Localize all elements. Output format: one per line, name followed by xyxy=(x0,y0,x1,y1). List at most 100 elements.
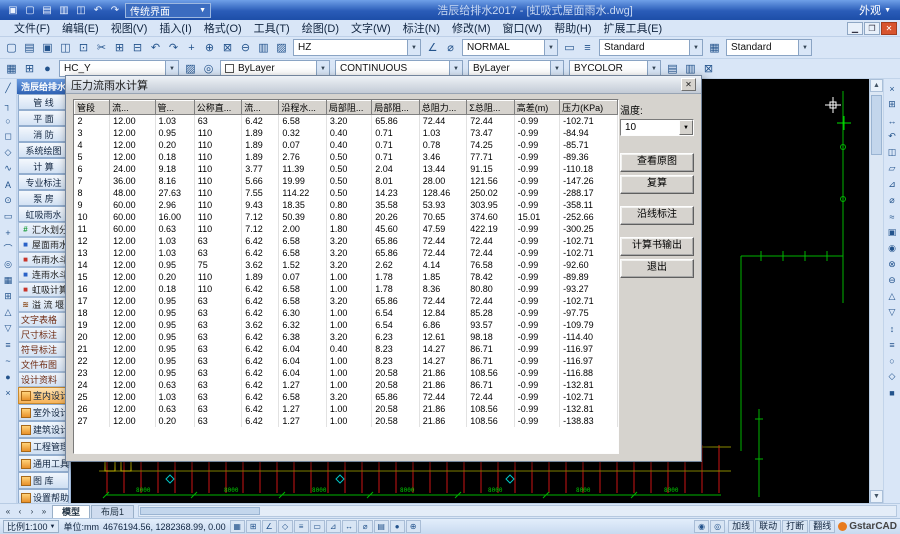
table-row[interactable]: 1812.000.95636.426.301.006.5412.8485.28-… xyxy=(75,307,618,319)
palette-item2-9[interactable]: 文件布图 xyxy=(18,357,69,372)
table-header-5[interactable]: 沿程水... xyxy=(279,101,326,115)
tablestyle-combo[interactable]: Standard ▼ xyxy=(726,39,812,56)
table-row[interactable]: 1160.000.631107.122.001.8045.6047.59422.… xyxy=(75,223,618,235)
layer-prev-icon[interactable]: ● xyxy=(39,60,56,77)
table-row[interactable]: 1912.000.95633.626.321.006.546.8693.57-0… xyxy=(75,319,618,331)
table-row[interactable]: 1512.000.201101.890.071.001.781.8578.42-… xyxy=(75,271,618,283)
palette-item2-10[interactable]: 设计资料 xyxy=(18,372,69,387)
plot-icon[interactable]: ◫ xyxy=(73,3,89,18)
grid-icon[interactable]: ⊞ xyxy=(246,520,261,533)
new-icon[interactable]: ▢ xyxy=(22,3,38,18)
properties-icon[interactable]: ▥ xyxy=(255,39,272,56)
block-icon[interactable]: ⊞ xyxy=(1,289,16,304)
table-row[interactable]: 2312.000.95636.426.041.0020.5821.86108.5… xyxy=(75,367,618,379)
table-header-10[interactable]: 高差(m) xyxy=(514,101,559,115)
bulb-off-icon[interactable]: ◎ xyxy=(710,520,725,533)
palette-nav-2[interactable]: 建筑设计 xyxy=(18,421,69,438)
table-row[interactable]: 1212.001.03636.426.583.2065.8672.4472.44… xyxy=(75,235,618,247)
annotation-icon[interactable]: ● xyxy=(390,520,405,533)
table-row[interactable]: 2412.000.63636.421.271.0020.5821.8686.71… xyxy=(75,379,618,391)
line-icon[interactable]: ╱ xyxy=(1,81,16,96)
table-header-4[interactable]: 流... xyxy=(242,101,279,115)
palette-item2-5[interactable]: ≋溢 流 堰 xyxy=(18,297,69,312)
menu-item-2[interactable]: 视图(V) xyxy=(105,20,154,36)
palette-item2-2[interactable]: ■布雨水斗 xyxy=(18,252,69,267)
textstyle-combo[interactable]: Standard ▼ xyxy=(599,39,703,56)
table-header-6[interactable]: 局部阻... xyxy=(326,101,371,115)
text-icon[interactable]: A xyxy=(1,177,16,192)
table-row[interactable]: 212.001.03636.426.583.2065.8672.4472.44-… xyxy=(75,115,618,127)
osnap-icon[interactable]: ≡ xyxy=(294,520,309,533)
vertical-scrollbar[interactable]: ▲ ▼ xyxy=(869,79,883,503)
save-icon[interactable]: ▥ xyxy=(56,3,72,18)
temperature-combo[interactable]: 10 ▼ xyxy=(620,119,694,136)
lengthen-icon[interactable]: ↕ xyxy=(885,321,900,336)
restore-button[interactable]: ❐ xyxy=(864,22,880,35)
scrollbar-thumb[interactable] xyxy=(140,507,260,515)
ellipse-icon[interactable]: ◎ xyxy=(1,257,16,272)
palette-item-6[interactable]: 泵 房 xyxy=(18,190,69,206)
table-row[interactable]: 2512.001.03636.426.583.2065.8672.4472.44… xyxy=(75,391,618,403)
trim-icon[interactable]: ⊿ xyxy=(885,177,900,192)
table-row[interactable]: 2212.000.95636.426.041.008.2314.2786.71-… xyxy=(75,355,618,367)
menu-item-0[interactable]: 文件(F) xyxy=(8,20,56,36)
palette-item2-7[interactable]: 尺寸标注 xyxy=(18,327,69,342)
menu-item-5[interactable]: 工具(T) xyxy=(248,20,296,36)
menu-item-4[interactable]: 格式(O) xyxy=(198,20,248,36)
polygon-icon[interactable]: ◇ xyxy=(1,145,16,160)
exit-button[interactable]: 退出 xyxy=(620,259,694,278)
paste-icon[interactable]: ⊟ xyxy=(129,39,146,56)
table-row[interactable]: 2112.000.95636.426.040.408.2314.2786.71-… xyxy=(75,343,618,355)
table-row[interactable]: 736.008.161105.6619.990.508.0128.00121.5… xyxy=(75,175,618,187)
palette-nav-4[interactable]: 通用工具 xyxy=(18,455,69,472)
open-icon[interactable]: ▤ xyxy=(21,39,38,56)
polar-icon[interactable]: ◇ xyxy=(278,520,293,533)
tab-nav-icon-3[interactable]: » xyxy=(38,507,50,516)
minimize-button[interactable]: ▁ xyxy=(847,22,863,35)
table-header-8[interactable]: 总阻力... xyxy=(419,101,466,115)
hatch-icon[interactable]: ▦ xyxy=(1,273,16,288)
spline-icon[interactable]: ∿ xyxy=(1,161,16,176)
multiline-icon[interactable]: ≡ xyxy=(1,337,16,352)
menu-item-12[interactable]: 扩展工具(E) xyxy=(598,20,669,36)
table-row[interactable]: 2012.000.95636.426.383.206.2312.6198.18-… xyxy=(75,331,618,343)
palette-item2-6[interactable]: 文字表格 xyxy=(18,312,69,327)
palette-item2-1[interactable]: ■屋面雨水 xyxy=(18,237,69,252)
divide-icon[interactable]: ○ xyxy=(885,353,900,368)
plot-icon[interactable]: ◫ xyxy=(57,39,74,56)
donut-icon[interactable]: ⊙ xyxy=(1,193,16,208)
dialog-title-bar[interactable]: 压力流雨水计算 ✕ xyxy=(66,76,701,94)
undo-icon[interactable]: ↶ xyxy=(90,3,106,18)
palette-item-2[interactable]: 消 防 xyxy=(18,126,69,142)
menu-item-9[interactable]: 修改(M) xyxy=(446,20,497,36)
table-header-11[interactable]: 压力(KPa) xyxy=(560,101,618,115)
dialog-close-icon[interactable]: ✕ xyxy=(681,78,696,91)
fillet-icon[interactable]: ⌀ xyxy=(885,193,900,208)
triangle-down-icon[interactable]: ▽ xyxy=(1,321,16,336)
palette-nav-5[interactable]: 图 库 xyxy=(18,472,69,489)
pedit-icon[interactable]: ■ xyxy=(885,385,900,400)
table-row[interactable]: 312.000.951101.890.320.400.711.0373.47-0… xyxy=(75,127,618,139)
calc-result-table[interactable]: 管段流...管...公称直...流...沿程水...局部阻...局部阻...总阻… xyxy=(73,99,619,454)
style-combo[interactable]: HZ ▼ xyxy=(293,39,421,56)
appearance-menu[interactable]: 外观 ▼ xyxy=(859,2,895,18)
annotate-along-line-button[interactable]: 沿线标注 xyxy=(620,206,694,225)
palette-item-7[interactable]: 虹吸雨水 xyxy=(18,206,69,222)
open-icon[interactable]: ▤ xyxy=(39,3,55,18)
status-toggle-2[interactable]: 打断 xyxy=(782,520,808,533)
preview-icon[interactable]: ⊡ xyxy=(75,39,92,56)
palette-nav-1[interactable]: 室外设计 xyxy=(18,404,69,421)
cut-icon[interactable]: ✂ xyxy=(93,39,110,56)
triangle-up-icon[interactable]: △ xyxy=(1,305,16,320)
solid-icon[interactable]: ● xyxy=(1,369,16,384)
revision-cloud-icon[interactable]: ~ xyxy=(1,353,16,368)
menu-item-8[interactable]: 标注(N) xyxy=(397,20,446,36)
table-row[interactable]: 1312.001.03636.426.583.2065.8672.4472.44… xyxy=(75,247,618,259)
tab-nav-icon-1[interactable]: ‹ xyxy=(14,507,26,516)
scale-selector[interactable]: 比例1:100 ▼ xyxy=(3,520,59,533)
scale-icon[interactable]: ◉ xyxy=(885,241,900,256)
menu-item-10[interactable]: 窗口(W) xyxy=(497,20,549,36)
palette-item-4[interactable]: 计 算 xyxy=(18,158,69,174)
workspace-combo[interactable]: 传统界面 ▼ xyxy=(125,3,211,18)
offset-icon[interactable]: ≈ xyxy=(885,209,900,224)
